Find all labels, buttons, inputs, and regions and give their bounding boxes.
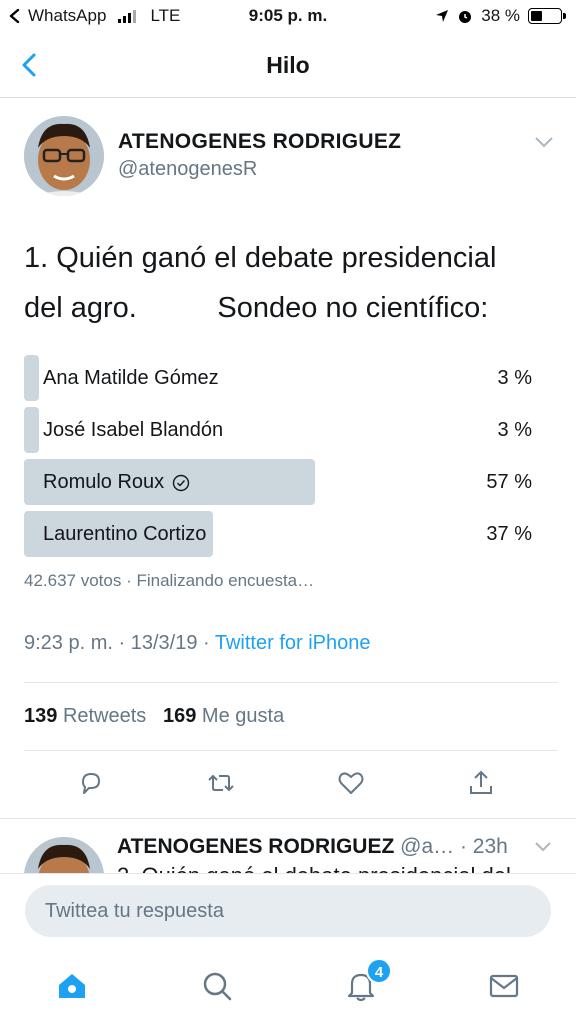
source-link[interactable]: Twitter for iPhone [215,632,371,654]
nav-bar: Hilo [0,34,576,98]
alarm-icon [459,11,472,23]
avatar-illustration [24,116,104,196]
battery-icon [528,8,566,24]
author-handle[interactable]: @atenogenesR [118,158,257,181]
poll-option: Laurentino Cortizo 37 % [24,511,534,557]
poll-option: Romulo Roux 57 % [24,459,534,505]
poll-option-percent: 3 % [497,367,532,389]
heart-icon[interactable] [336,768,366,798]
author-name[interactable]: ATENOGENES RODRIGUEZ [118,130,401,154]
poll: Ana Matilde Gómez 3 % José Isabel Blandó… [24,355,534,590]
reply-text: 2. Quién ganó el debate presidencial del [117,863,511,873]
retweet-icon[interactable] [206,768,236,798]
poll-option-percent: 57 % [486,471,532,493]
reply-author[interactable]: ATENOGENES RODRIGUEZ @a… · 23h [117,835,508,859]
check-circle-icon [172,474,190,491]
chevron-down-icon[interactable] [534,136,554,148]
tweet-timestamp: 9:23 p. m. · 13/3/19 · Twitter for iPhon… [24,632,370,655]
poll-option: José Isabel Blandón 3 % [24,407,534,453]
likes-label[interactable]: Me gusta [202,705,284,727]
poll-option-label: José Isabel Blandón [43,419,224,441]
poll-meta: 42.637 votos · Finalizando encuesta… [24,571,315,590]
likes-count[interactable]: 169 [163,705,196,727]
page-title: Hilo [266,52,310,78]
tweet-stats: 139 Retweets 169 Me gusta [24,705,284,728]
avatar-illustration [24,837,104,873]
poll-bar [24,355,40,401]
timestamp-text: 9:23 p. m. · 13/3/19 · [24,632,215,654]
retweets-label[interactable]: Retweets [63,705,146,727]
reply-author-name: ATENOGENES RODRIGUEZ [117,835,395,858]
home-icon[interactable] [55,969,89,1003]
chevron-down-icon[interactable] [534,841,552,852]
location-icon [436,10,449,22]
mail-icon[interactable] [487,969,521,1003]
tweet-actions [24,760,558,810]
status-bar: WhatsApp LTE 9:05 p. m. 38 % [0,0,576,34]
poll-option: Ana Matilde Gómez 3 % [24,355,534,401]
poll-bar [24,407,40,453]
avatar[interactable] [24,116,104,196]
divider [24,682,558,683]
status-right: 38 % [435,6,566,26]
avatar[interactable] [24,837,104,873]
tweet-text: 1. Quién ganó el debate presidencial del… [24,242,497,324]
poll-option-label: Laurentino Cortizo [43,523,207,545]
poll-option-percent: 3 % [497,419,532,441]
share-icon[interactable] [466,768,496,798]
poll-option-label: Ana Matilde Gómez [43,367,219,389]
retweets-count[interactable]: 139 [24,705,57,727]
search-icon[interactable] [200,969,234,1003]
poll-option-label: Romulo Roux [43,471,190,494]
poll-option-percent: 37 % [486,523,532,545]
battery-label: 38 % [481,6,520,25]
reply-input[interactable] [25,885,551,937]
divider [24,750,558,751]
reply-tweet-preview[interactable]: ATENOGENES RODRIGUEZ @a… · 23h 2. Quién … [0,818,576,873]
notifications-badge: 4 [366,958,392,984]
bottom-bar: 4 [0,873,576,1024]
reply-handle-time: @a… · 23h [400,835,508,858]
reply-icon[interactable] [76,768,106,798]
